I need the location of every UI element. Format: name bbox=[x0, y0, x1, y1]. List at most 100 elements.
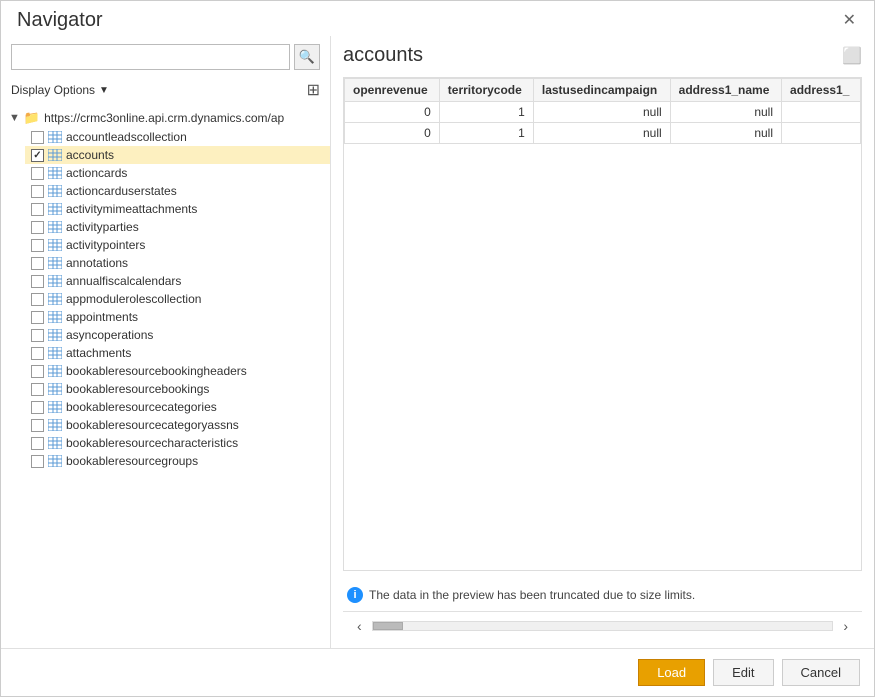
tree-item-checkbox[interactable] bbox=[31, 203, 44, 216]
search-input[interactable] bbox=[11, 44, 290, 70]
table-icon bbox=[48, 257, 62, 269]
root-node[interactable]: ▼ 📁 https://crmc3online.api.crm.dynamics… bbox=[5, 108, 330, 128]
load-button[interactable]: Load bbox=[638, 659, 705, 686]
table-icon bbox=[48, 167, 62, 179]
left-panel: 🔍 Display Options ▼ ⊞ ▼ bbox=[1, 36, 331, 648]
tree-item-checkbox[interactable] bbox=[31, 437, 44, 450]
tree-item-checkbox[interactable] bbox=[31, 275, 44, 288]
footer: Load Edit Cancel bbox=[1, 648, 874, 696]
edit-button[interactable]: Edit bbox=[713, 659, 773, 686]
scroll-left-button[interactable]: ‹ bbox=[351, 616, 368, 636]
table-body: 01nullnull01nullnull bbox=[345, 102, 861, 144]
table-icon bbox=[48, 383, 62, 395]
table-icon bbox=[48, 203, 62, 215]
tree-item-label: appointments bbox=[66, 310, 138, 324]
list-item[interactable]: annotations bbox=[25, 254, 330, 272]
tree-area[interactable]: ▼ 📁 https://crmc3online.api.crm.dynamics… bbox=[1, 106, 330, 648]
tree-item-checkbox[interactable] bbox=[31, 347, 44, 360]
close-button[interactable]: ✕ bbox=[837, 11, 862, 31]
table-icon bbox=[48, 149, 62, 161]
tree-item-checkbox[interactable] bbox=[31, 239, 44, 252]
tree-item-checkbox[interactable] bbox=[31, 383, 44, 396]
info-icon: i bbox=[347, 587, 363, 603]
navigator-window: Navigator ✕ 🔍 Display Options ▼ ⊞ bbox=[0, 0, 875, 697]
tree-item-label: asyncoperations bbox=[66, 328, 153, 342]
root-url-label: https://crmc3online.api.crm.dynamics.com… bbox=[44, 111, 284, 125]
horizontal-scrollbar-area: ‹ › bbox=[343, 611, 862, 640]
list-item[interactable]: asyncoperations bbox=[25, 326, 330, 344]
copy-icon: ⬜ bbox=[842, 48, 862, 65]
list-item[interactable]: bookableresourcegroups bbox=[25, 452, 330, 470]
expand-icon-button[interactable]: ⊞ bbox=[307, 80, 320, 100]
copy-icon-button[interactable]: ⬜ bbox=[842, 46, 862, 66]
tree-item-checkbox[interactable] bbox=[31, 419, 44, 432]
display-options-button[interactable]: Display Options ▼ bbox=[11, 83, 109, 97]
table-icon bbox=[48, 455, 62, 467]
list-item[interactable]: attachments bbox=[25, 344, 330, 362]
tree-item-checkbox[interactable] bbox=[31, 293, 44, 306]
tree-item-checkbox[interactable] bbox=[31, 257, 44, 270]
table-icon bbox=[48, 293, 62, 305]
table-column-header: lastusedincampaign bbox=[533, 79, 670, 102]
list-item[interactable]: bookableresourcecategoryassns bbox=[25, 416, 330, 434]
list-item[interactable]: bookableresourcecharacteristics bbox=[25, 434, 330, 452]
tree-item-label: activitymimeattachments bbox=[66, 202, 197, 216]
table-row: 01nullnull bbox=[345, 123, 861, 144]
list-item[interactable]: bookableresourcebookings bbox=[25, 380, 330, 398]
tree-item-checkbox[interactable] bbox=[31, 167, 44, 180]
tree-item-checkbox[interactable] bbox=[31, 365, 44, 378]
list-item[interactable]: bookableresourcebookingheaders bbox=[25, 362, 330, 380]
tree-item-checkbox[interactable] bbox=[31, 221, 44, 234]
title-bar: Navigator ✕ bbox=[1, 1, 874, 36]
table-column-header: territorycode bbox=[439, 79, 533, 102]
tree-item-checkbox[interactable] bbox=[31, 455, 44, 468]
tree-item-label: activityparties bbox=[66, 220, 139, 234]
tree-item-label: actioncarduserstates bbox=[66, 184, 177, 198]
list-item[interactable]: actioncarduserstates bbox=[25, 182, 330, 200]
table-cell: null bbox=[670, 123, 781, 144]
list-item[interactable]: actioncards bbox=[25, 164, 330, 182]
tree-children: accountleadscollection accounts actionca… bbox=[5, 128, 330, 470]
chevron-down-icon: ▼ bbox=[99, 85, 109, 96]
scrollbar-track[interactable] bbox=[372, 621, 834, 631]
search-icon-button[interactable]: 🔍 bbox=[294, 44, 320, 70]
folder-icon: 📁 bbox=[24, 110, 40, 126]
list-item[interactable]: accountleadscollection bbox=[25, 128, 330, 146]
scroll-right-button[interactable]: › bbox=[837, 616, 854, 636]
table-cell: 1 bbox=[439, 123, 533, 144]
tree-item-checkbox[interactable] bbox=[31, 329, 44, 342]
list-item[interactable]: appmodulerolescollection bbox=[25, 290, 330, 308]
cancel-button[interactable]: Cancel bbox=[782, 659, 860, 686]
list-item[interactable]: appointments bbox=[25, 308, 330, 326]
tree-item-label: accounts bbox=[66, 148, 114, 162]
table-cell bbox=[782, 102, 861, 123]
tree-item-label: bookableresourcegroups bbox=[66, 454, 198, 468]
tree-item-label: activitypointers bbox=[66, 238, 145, 252]
table-header: openrevenueterritorycodelastusedincampai… bbox=[345, 79, 861, 102]
list-item[interactable]: bookableresourcecategories bbox=[25, 398, 330, 416]
list-item[interactable]: annualfiscalcalendars bbox=[25, 272, 330, 290]
tree-item-checkbox[interactable] bbox=[31, 401, 44, 414]
truncation-notice: i The data in the preview has been trunc… bbox=[343, 579, 862, 611]
list-item[interactable]: activitymimeattachments bbox=[25, 200, 330, 218]
table-icon bbox=[48, 347, 62, 359]
tree-item-label: bookableresourcebookings bbox=[66, 382, 209, 396]
list-item[interactable]: accounts bbox=[25, 146, 330, 164]
tree-item-checkbox[interactable] bbox=[31, 149, 44, 162]
table-cell: 0 bbox=[345, 102, 440, 123]
table-cell: null bbox=[533, 102, 670, 123]
table-icon bbox=[48, 437, 62, 449]
table-column-header: address1_ bbox=[782, 79, 861, 102]
tree-item-label: bookableresourcecharacteristics bbox=[66, 436, 238, 450]
tree-item-checkbox[interactable] bbox=[31, 131, 44, 144]
data-table-container: openrevenueterritorycodelastusedincampai… bbox=[343, 77, 862, 571]
tree-item-checkbox[interactable] bbox=[31, 311, 44, 324]
table-icon bbox=[48, 275, 62, 287]
table-icon bbox=[48, 221, 62, 233]
list-item[interactable]: activitypointers bbox=[25, 236, 330, 254]
list-item[interactable]: activityparties bbox=[25, 218, 330, 236]
tree-item-label: attachments bbox=[66, 346, 131, 360]
tree-item-checkbox[interactable] bbox=[31, 185, 44, 198]
table-icon bbox=[48, 329, 62, 341]
scrollbar-thumb[interactable] bbox=[373, 622, 403, 630]
